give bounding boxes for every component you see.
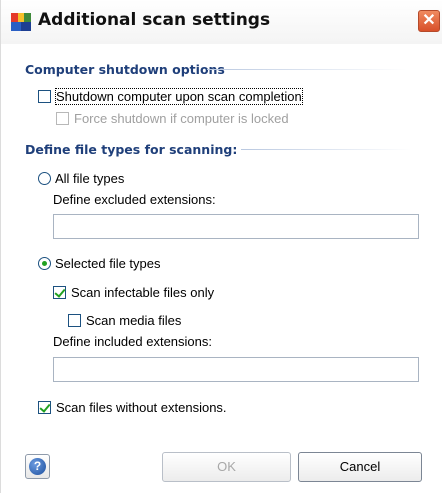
all-file-types-option[interactable]: All file types: [38, 171, 124, 186]
force-shutdown-label: Force shutdown if computer is locked: [74, 111, 289, 126]
shutdown-option[interactable]: Shutdown computer upon scan completion: [38, 88, 303, 105]
force-shutdown-checkbox: [56, 112, 69, 125]
window-title: Additional scan settings: [38, 10, 271, 30]
infectable-files-option[interactable]: Scan infectable files only: [53, 285, 214, 300]
selected-file-types-radio[interactable]: [38, 257, 51, 270]
avg-logo-icon: [11, 13, 31, 31]
no-extension-option[interactable]: Scan files without extensions.: [38, 400, 227, 415]
close-button[interactable]: ✕: [418, 10, 440, 32]
section-divider: [241, 149, 411, 150]
all-file-types-radio[interactable]: [38, 172, 51, 185]
selected-file-types-option[interactable]: Selected file types: [38, 256, 161, 271]
shutdown-checkbox[interactable]: [38, 90, 51, 103]
close-icon: ✕: [422, 12, 436, 29]
media-files-label[interactable]: Scan media files: [86, 313, 181, 328]
shutdown-checkbox-label[interactable]: Shutdown computer upon scan completion: [55, 88, 303, 105]
title-bar[interactable]: Additional scan settings ✕: [1, 0, 442, 44]
included-extensions-input[interactable]: [53, 357, 419, 382]
selected-file-types-label[interactable]: Selected file types: [55, 256, 161, 271]
excluded-extensions-input[interactable]: [53, 214, 419, 239]
media-files-option[interactable]: Scan media files: [68, 313, 181, 328]
dialog-window: Additional scan settings ✕ Computer shut…: [0, 0, 442, 493]
filetypes-section-heading: Define file types for scanning:: [25, 142, 238, 157]
cancel-button[interactable]: Cancel: [298, 452, 422, 482]
excluded-extensions-caption: Define excluded extensions:: [53, 192, 216, 207]
section-divider: [207, 69, 407, 70]
help-icon: ?: [29, 458, 46, 475]
all-file-types-label[interactable]: All file types: [55, 171, 124, 186]
shutdown-section-heading: Computer shutdown options: [25, 62, 225, 77]
ok-button[interactable]: OK: [162, 452, 291, 482]
infectable-files-label[interactable]: Scan infectable files only: [71, 285, 214, 300]
media-files-checkbox[interactable]: [68, 314, 81, 327]
included-extensions-caption: Define included extensions:: [53, 334, 212, 349]
infectable-files-checkbox[interactable]: [53, 286, 66, 299]
force-shutdown-option: Force shutdown if computer is locked: [56, 111, 289, 126]
no-extension-label[interactable]: Scan files without extensions.: [56, 400, 227, 415]
no-extension-checkbox[interactable]: [38, 401, 51, 414]
help-button[interactable]: ?: [25, 454, 50, 479]
